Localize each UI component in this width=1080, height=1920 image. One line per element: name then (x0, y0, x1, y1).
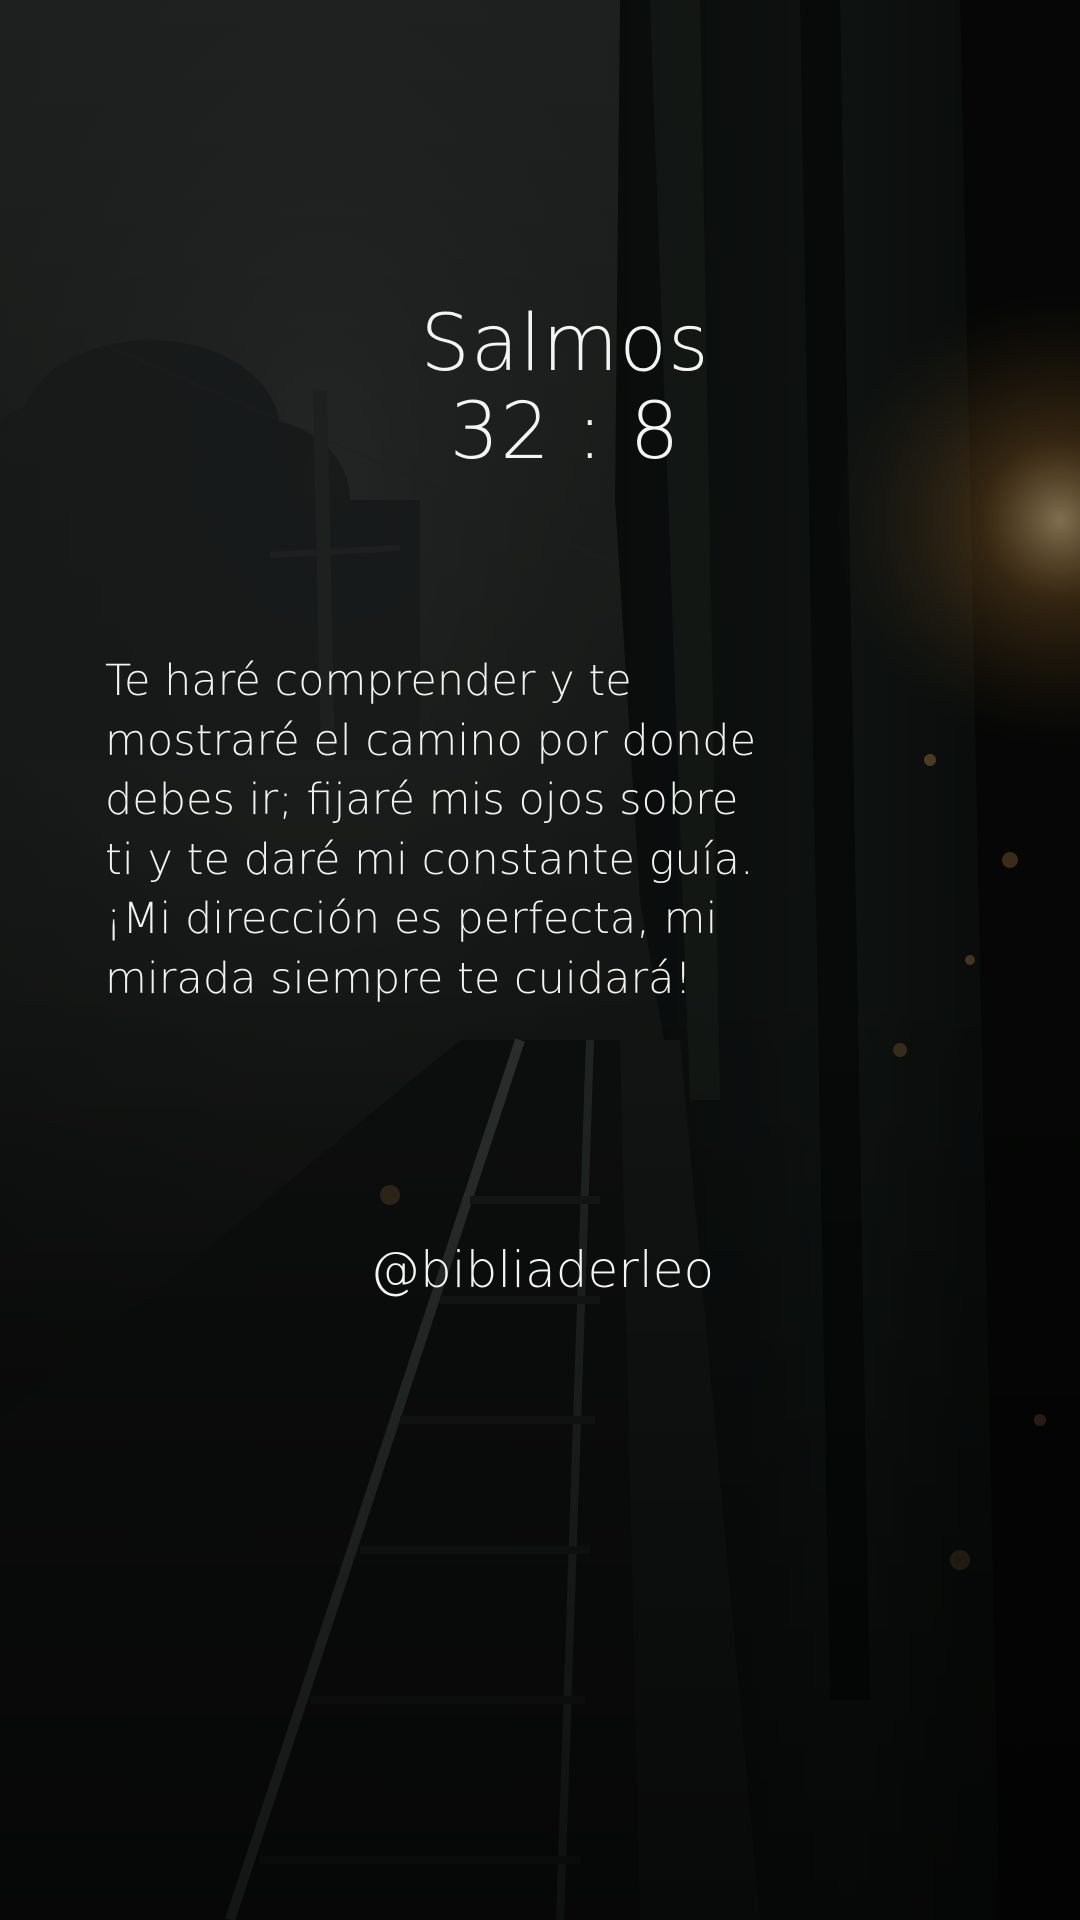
account-handle: @bibliaderleo (370, 1241, 715, 1299)
story-card: Salmos 32 : 8 Te haré comprender y te mo… (0, 0, 1080, 1920)
verse-line: debes ir; fijaré mis ojos sobre (105, 775, 739, 825)
verse-text: Te haré comprender y te mostraré el cami… (105, 652, 805, 1009)
verse-line: mostraré el camino por donde (105, 715, 757, 766)
verse-line: Te haré comprender y te (105, 656, 632, 706)
verse-reference: Salmos 32 : 8 (385, 300, 745, 476)
verse-line: ti y te daré mi constante guía. (105, 834, 754, 885)
book-name: Salmos (420, 299, 710, 389)
verse-line: ¡Mi dirección es perfecta, mi (105, 894, 718, 944)
chapter-verse: 32 : 8 (449, 387, 681, 477)
verse-line: mirada siempre te cuidará! (105, 953, 692, 1004)
